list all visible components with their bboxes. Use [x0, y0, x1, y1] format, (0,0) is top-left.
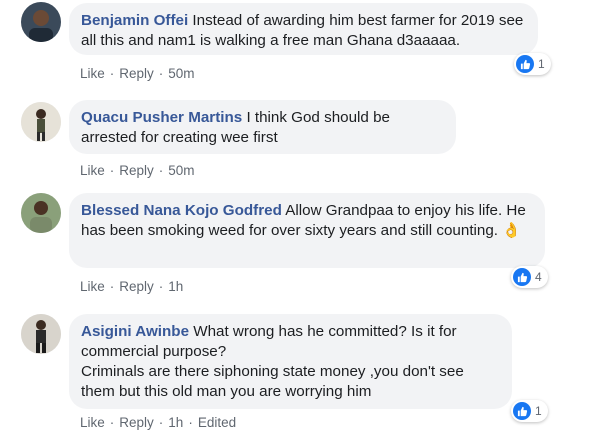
thumbs-up-icon [513, 402, 531, 420]
like-link[interactable]: Like [80, 66, 105, 81]
comment-author[interactable]: Asigini Awinbe [81, 323, 189, 340]
avatar[interactable] [21, 2, 61, 42]
comment-actions: Like · Reply · 1h · Edited [80, 415, 236, 430]
reaction-count[interactable]: 4 [511, 266, 548, 288]
separator: · [188, 415, 193, 430]
reaction-count[interactable]: 1 [511, 400, 548, 422]
comment-actions: Like · Reply · 1h [80, 279, 183, 294]
separator: · [158, 163, 164, 178]
reply-link[interactable]: Reply [119, 415, 154, 430]
reaction-count[interactable]: 1 [514, 53, 551, 75]
comment-author[interactable]: Benjamin Offei [81, 12, 188, 29]
comment-actions: Like · Reply · 50m [80, 163, 195, 178]
comment-actions: Like · Reply · 50m [80, 66, 195, 81]
comment-author[interactable]: Quacu Pusher Martins [81, 109, 242, 126]
comment-bubble: Benjamin Offei Instead of awarding him b… [69, 3, 538, 55]
avatar[interactable] [21, 314, 61, 354]
like-link[interactable]: Like [80, 415, 105, 430]
timestamp[interactable]: 1h [168, 415, 183, 430]
separator: · [109, 163, 115, 178]
separator: · [158, 279, 164, 294]
reply-link[interactable]: Reply [119, 163, 154, 178]
reaction-count-label: 4 [535, 270, 542, 284]
edited-label[interactable]: Edited [198, 415, 236, 430]
ok-hand-icon: 👌 [502, 222, 521, 239]
like-link[interactable]: Like [80, 163, 105, 178]
separator: · [158, 415, 164, 430]
reaction-count-label: 1 [538, 57, 545, 71]
avatar[interactable] [21, 102, 61, 142]
timestamp[interactable]: 1h [168, 279, 183, 294]
thumbs-up-icon [513, 268, 531, 286]
like-link[interactable]: Like [80, 279, 105, 294]
comment-bubble: Quacu Pusher Martins I think God should … [69, 100, 456, 154]
reaction-count-label: 1 [535, 404, 542, 418]
comment-bubble: Blessed Nana Kojo Godfred Allow Grandpaa… [69, 193, 545, 268]
avatar[interactable] [21, 193, 61, 233]
comment-bubble: Asigini Awinbe What wrong has he committ… [69, 314, 512, 409]
comment-author[interactable]: Blessed Nana Kojo Godfred [81, 202, 282, 219]
separator: · [158, 66, 164, 81]
reply-link[interactable]: Reply [119, 66, 154, 81]
thumbs-up-icon [516, 55, 534, 73]
separator: · [109, 415, 115, 430]
separator: · [109, 66, 115, 81]
separator: · [109, 279, 115, 294]
timestamp[interactable]: 50m [168, 66, 194, 81]
timestamp[interactable]: 50m [168, 163, 194, 178]
reply-link[interactable]: Reply [119, 279, 154, 294]
